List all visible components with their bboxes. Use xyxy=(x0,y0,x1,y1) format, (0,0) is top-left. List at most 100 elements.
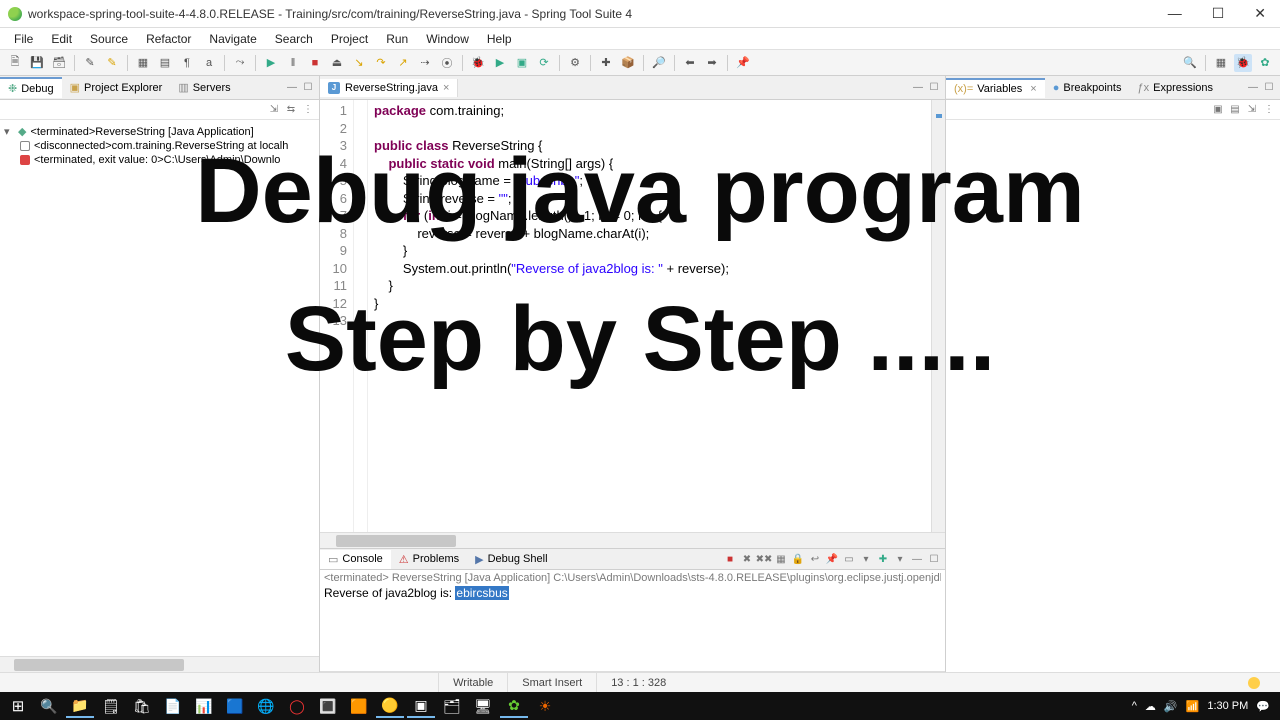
new-package-icon[interactable]: 📦 xyxy=(619,54,637,72)
block-select-icon[interactable]: ▤ xyxy=(156,54,174,72)
show-logical-icon[interactable]: ▤ xyxy=(1228,102,1242,116)
edge-icon[interactable]: 🌐 xyxy=(252,694,280,718)
drop-frame-icon[interactable]: ⇢ xyxy=(416,54,434,72)
app-icon-10[interactable]: ☀ xyxy=(531,694,559,718)
variables-view[interactable] xyxy=(946,120,1280,672)
save-icon[interactable]: 💾 xyxy=(28,54,46,72)
system-tray[interactable]: ^ ☁ 🔊 📶 1:30 PM 💬 xyxy=(1126,700,1276,713)
terminate-console-icon[interactable]: ■ xyxy=(723,552,737,566)
chrome-icon[interactable]: 🟡 xyxy=(376,694,404,718)
app-icon-5[interactable]: 🟦 xyxy=(221,694,249,718)
close-button[interactable]: ✕ xyxy=(1248,3,1272,24)
wand2-icon[interactable]: ✎ xyxy=(103,54,121,72)
tab-project-explorer[interactable]: ▣ Project Explorer xyxy=(62,78,171,97)
code-content[interactable]: package com.training; public class Rever… xyxy=(368,100,931,532)
volume-icon[interactable]: 🔊 xyxy=(1164,700,1178,713)
tab-servers[interactable]: ▥ Servers xyxy=(170,78,238,97)
tab-expressions[interactable]: ƒx Expressions xyxy=(1129,79,1221,97)
pin-editor-icon[interactable]: 📌 xyxy=(734,54,752,72)
scroll-lock-icon[interactable]: 🔒 xyxy=(791,552,805,566)
step-return-icon[interactable]: ↗ xyxy=(394,54,412,72)
console-output[interactable]: <terminated> ReverseString [Java Applica… xyxy=(320,570,945,672)
scroll-thumb[interactable] xyxy=(336,535,456,547)
link-editor-icon[interactable]: ⇆ xyxy=(284,102,298,116)
minimize-button[interactable]: — xyxy=(1162,3,1188,24)
tree-root[interactable]: ▾ ◆ <terminated>ReverseString [Java Appl… xyxy=(4,124,315,139)
word-wrap-icon[interactable]: ↩ xyxy=(808,552,822,566)
menu-file[interactable]: File xyxy=(6,30,41,48)
resume-icon[interactable]: ▶ xyxy=(262,54,280,72)
display-selected-icon[interactable]: ▭ xyxy=(842,552,856,566)
maximize-view-icon[interactable]: ☐ xyxy=(1262,81,1276,95)
left-hscrollbar[interactable] xyxy=(0,656,319,672)
menu-search[interactable]: Search xyxy=(267,30,321,48)
maximize-button[interactable]: ☐ xyxy=(1206,3,1231,24)
new-java-class-icon[interactable]: ✚ xyxy=(597,54,615,72)
tab-debug-shell[interactable]: ▶ Debug Shell xyxy=(467,550,555,569)
open-perspective-icon[interactable]: ▦ xyxy=(1212,54,1230,72)
forward-icon[interactable]: ➡ xyxy=(703,54,721,72)
step-over-icon[interactable]: ↷ xyxy=(372,54,390,72)
close-tab-icon[interactable]: × xyxy=(443,82,449,94)
file-explorer-icon[interactable]: 📁 xyxy=(66,694,94,718)
debug-tree[interactable]: ▾ ◆ <terminated>ReverseString [Java Appl… xyxy=(0,120,319,656)
tree-child-terminated[interactable]: <terminated, exit value: 0>C:\Users\Admi… xyxy=(4,153,315,167)
notifications-icon[interactable]: 💬 xyxy=(1256,700,1270,713)
tab-console[interactable]: ▭ Console xyxy=(320,550,391,569)
save-all-icon[interactable]: 🗃 xyxy=(50,54,68,72)
remove-launch-icon[interactable]: ✖ xyxy=(740,552,754,566)
app-icon-3[interactable]: 📄 xyxy=(159,694,187,718)
menu-window[interactable]: Window xyxy=(418,30,477,48)
app-icon-8[interactable]: 🗂 xyxy=(438,694,466,718)
close-tab-icon[interactable]: × xyxy=(1030,83,1036,95)
menu-navigate[interactable]: Navigate xyxy=(201,30,264,48)
menu-help[interactable]: Help xyxy=(479,30,520,48)
collapse-all-icon[interactable]: ⇲ xyxy=(1245,102,1259,116)
overview-ruler[interactable] xyxy=(931,100,945,532)
open-type-icon[interactable]: 🔎 xyxy=(650,54,668,72)
app-icon-9[interactable]: 🖥 xyxy=(469,694,497,718)
suspend-icon[interactable]: ‖ xyxy=(284,54,302,72)
tab-variables[interactable]: (x)= Variables × xyxy=(946,78,1045,98)
menu-edit[interactable]: Edit xyxy=(43,30,80,48)
tab-problems[interactable]: ⚠ Problems xyxy=(391,550,467,569)
new-icon[interactable]: 🗎 xyxy=(6,54,24,72)
fold-gutter[interactable] xyxy=(354,100,368,532)
tab-debug[interactable]: ❉ Debug xyxy=(0,77,62,98)
app-icon-1[interactable]: 🗒 xyxy=(97,694,125,718)
show-whitespace2-icon[interactable]: a xyxy=(200,54,218,72)
new-console-icon[interactable]: ✚ xyxy=(876,552,890,566)
opera-icon[interactable]: ◯ xyxy=(283,694,311,718)
disconnect-icon[interactable]: ⏏ xyxy=(328,54,346,72)
pin-console-icon[interactable]: 📌 xyxy=(825,552,839,566)
relaunch-icon[interactable]: ⟳ xyxy=(535,54,553,72)
toggle-mark-icon[interactable]: ▦ xyxy=(134,54,152,72)
collapse-all-icon[interactable]: ⇲ xyxy=(267,102,281,116)
menu-run[interactable]: Run xyxy=(378,30,416,48)
remove-all-icon[interactable]: ✖✖ xyxy=(757,552,771,566)
app-icon-4[interactable]: 📊 xyxy=(190,694,218,718)
view-menu-icon[interactable]: ⋮ xyxy=(1262,102,1276,116)
wand-icon[interactable]: ✎ xyxy=(81,54,99,72)
search-taskbar-icon[interactable]: 🔍 xyxy=(35,694,63,718)
tree-child-disconnected[interactable]: <disconnected>com.training.ReverseString… xyxy=(4,139,315,153)
app-icon-6[interactable]: 🔳 xyxy=(314,694,342,718)
maximize-console-icon[interactable]: ☐ xyxy=(927,552,941,566)
maximize-view-icon[interactable]: ☐ xyxy=(301,81,315,95)
editor-hscrollbar[interactable] xyxy=(320,532,945,548)
network-icon[interactable]: 📶 xyxy=(1186,700,1200,713)
new-server-icon[interactable]: ⚙ xyxy=(566,54,584,72)
menu-source[interactable]: Source xyxy=(82,30,136,48)
tip-bulb-icon[interactable] xyxy=(1248,677,1260,689)
start-button[interactable]: ⊞ xyxy=(4,694,32,718)
terminal-icon[interactable]: ▣ xyxy=(407,694,435,718)
scroll-thumb[interactable] xyxy=(14,659,184,671)
minimize-view-icon[interactable]: — xyxy=(1246,81,1260,95)
java-perspective-icon[interactable]: ✿ xyxy=(1256,54,1274,72)
taskbar-clock[interactable]: 1:30 PM xyxy=(1207,701,1248,712)
coverage-icon[interactable]: ▣ xyxy=(513,54,531,72)
open-console-icon[interactable]: ▾ xyxy=(859,552,873,566)
search-icon[interactable]: 🔍 xyxy=(1181,54,1199,72)
maximize-editor-icon[interactable]: ☐ xyxy=(927,81,941,95)
terminate-icon[interactable]: ■ xyxy=(306,54,324,72)
